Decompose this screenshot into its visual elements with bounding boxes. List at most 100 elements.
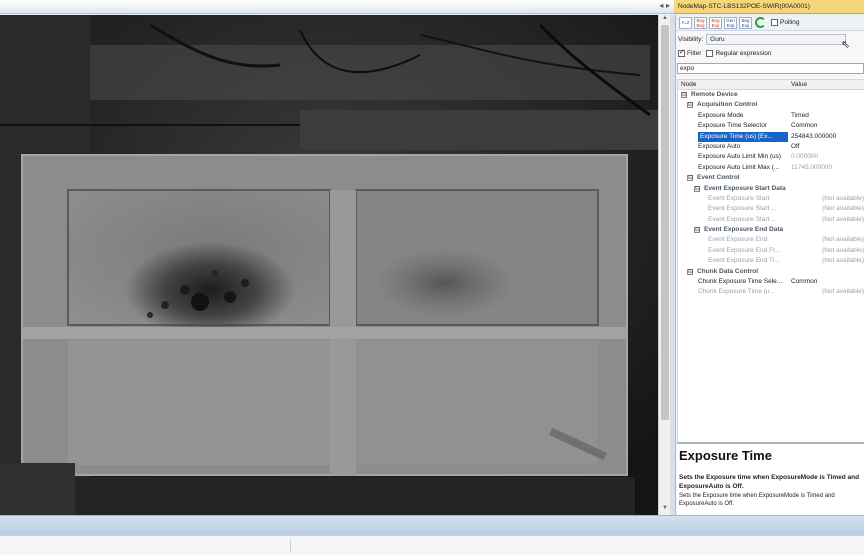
node-name: Event Exposure End Data <box>704 226 784 234</box>
description-title: Exposure Time <box>679 448 772 463</box>
node-value[interactable]: Common <box>791 277 864 287</box>
node-name: Exposure Mode <box>698 111 744 119</box>
node-row[interactable]: Event Exposure End (Not available) <box>678 235 864 245</box>
node-name: Chunk Data Control <box>697 267 759 275</box>
node-value[interactable]: 11745.000000 <box>791 163 864 173</box>
viewer-vertical-scrollbar[interactable]: ▲ ▼ <box>658 15 670 515</box>
regex-checkbox[interactable] <box>706 50 714 57</box>
node-name: Event Exposure End Ti... <box>708 257 780 265</box>
toolbar-button-2[interactable]: Beg Exp <box>709 16 722 29</box>
node-name: Chunk Exposure Time (u... <box>698 288 775 296</box>
node-row[interactable]: Exposure Auto Limit Max (... 11745.000000 <box>678 163 864 173</box>
node-row[interactable]: Exposure Auto Off <box>678 142 864 152</box>
description-pane: Exposure Time Sets the Exposure time whe… <box>677 442 864 515</box>
node-row[interactable]: Event Exposure Start ... (Not available) <box>678 204 864 214</box>
category-row[interactable]: ⊟ Event Control <box>678 173 864 183</box>
node-name: Acquisition Control <box>697 101 758 109</box>
collapse-toggle-icon[interactable]: ⊟ <box>687 102 693 109</box>
dock-controls[interactable]: ◂ ▸ <box>659 1 670 10</box>
camera-image-viewer[interactable] <box>0 15 658 515</box>
node-row[interactable]: Chunk Exposure Time Sele... Common <box>678 277 864 287</box>
collapse-toggle-icon[interactable]: ⊟ <box>687 175 693 182</box>
category-row[interactable]: ⊟ Event Exposure Start Data <box>678 184 864 194</box>
status-separator <box>290 539 291 553</box>
scrollbar-thumb[interactable] <box>661 25 669 420</box>
visibility-label: Visibility: <box>678 35 704 43</box>
polling-checkbox[interactable] <box>771 19 778 26</box>
category-row[interactable]: ⊟ Event Exposure End Data <box>678 225 864 235</box>
toolbar-button-3[interactable]: Gen Exp <box>724 16 737 29</box>
node-value[interactable]: 254843.000000 <box>791 132 864 142</box>
refresh-icon[interactable] <box>755 17 766 28</box>
node-row[interactable]: Event Exposure Start (Not available) <box>678 194 864 204</box>
polling-label: Polling <box>780 19 800 26</box>
nodemap-toolbar: A↓Z Beg Beg Beg Exp Gen Exp Beg Exp Poll… <box>676 15 864 31</box>
node-row[interactable]: Event Exposure End Fr... (Not available) <box>678 246 864 256</box>
category-row[interactable]: ⊟ Acquisition Control <box>678 100 864 110</box>
toolbar-button-4-label: Beg Exp <box>741 17 750 28</box>
camera-image <box>0 15 658 515</box>
node-name: Chunk Exposure Time Sele... <box>698 278 783 286</box>
filter-checkbox[interactable] <box>678 48 685 57</box>
node-row[interactable]: Exposure Auto Limit Min (us) 0.000000 <box>678 152 864 162</box>
collapse-toggle-icon[interactable]: ⊟ <box>694 185 700 192</box>
node-row[interactable]: Chunk Exposure Time (u... (Not available) <box>678 287 864 297</box>
node-name: Event Exposure Start ... <box>708 215 777 223</box>
filter-search-input[interactable]: expo <box>677 63 864 74</box>
app-window: ◂ ▸ NodeMap-STC-LBS132POE-SWIR(00A0001) <box>0 0 864 555</box>
bottom-taskbar <box>0 515 864 535</box>
sort-alphabetical-button[interactable]: A↓Z <box>679 16 692 29</box>
column-header-node[interactable]: Node <box>681 81 697 88</box>
node-value: (Not available) <box>822 194 864 202</box>
column-header-value[interactable]: Value <box>791 81 807 88</box>
regex-label: Regular expression <box>715 50 772 57</box>
node-value: (Not available) <box>822 236 864 244</box>
node-name: Exposure Auto Limit Max (... <box>698 163 780 171</box>
node-value[interactable]: Off <box>791 142 864 152</box>
node-value: (Not available) <box>822 205 864 213</box>
node-name: Exposure Auto <box>698 142 741 150</box>
toolbar-button-2-label: Beg Exp <box>711 17 720 28</box>
node-row[interactable]: Event Exposure Start ... (Not available) <box>678 215 864 225</box>
node-value[interactable]: Timed <box>791 111 864 121</box>
toolbar-button-1[interactable]: Beg Beg <box>694 16 707 29</box>
node-name: Event Exposure Start Data <box>704 184 786 192</box>
node-value: (Not available) <box>822 246 864 254</box>
category-row[interactable]: ⊟ Remote Device <box>678 90 864 100</box>
node-value[interactable]: Common <box>791 121 864 131</box>
visibility-row: Visibility: Guru <box>676 32 864 46</box>
node-row[interactable]: Exposure Time Selector Common <box>678 121 864 131</box>
node-name: Event Exposure End <box>708 236 768 244</box>
node-value[interactable]: 0.000000 <box>791 152 864 162</box>
status-bar <box>0 535 864 555</box>
grid-header: Node Value <box>678 80 864 90</box>
visibility-select[interactable]: Guru <box>706 33 847 45</box>
node-value: (Not available) <box>822 257 864 265</box>
sort-label: A↓Z <box>681 20 690 25</box>
node-name: Exposure Auto Limit Min (us) <box>698 153 782 161</box>
collapse-toggle-icon[interactable]: ⊟ <box>681 92 687 98</box>
node-row[interactable]: Exposure Mode Timed <box>678 111 864 121</box>
collapse-toggle-icon[interactable]: ⊟ <box>687 268 693 275</box>
node-property-grid: Node Value ⊟ Remote Device ⊟ Acquisition Co… <box>677 79 864 443</box>
toolbar-button-1-label: Beg Beg <box>696 17 705 28</box>
node-row[interactable]: Exposure Time (us) [Ex... 254843.000000 <box>678 131 864 142</box>
toolbar-button-4[interactable]: Beg Exp <box>739 16 752 29</box>
node-name: Exposure Time (us) [Ex... <box>698 131 788 142</box>
polling-toggle[interactable]: Polling <box>771 19 800 26</box>
node-name: Exposure Time Selector <box>698 122 768 130</box>
viewer-titlebar: ◂ ▸ <box>0 0 674 14</box>
node-name: Event Exposure End Fr... <box>708 246 781 254</box>
filter-label: Filter <box>687 50 702 57</box>
node-name: Event Exposure Start <box>708 194 770 202</box>
category-row[interactable]: ⊟ Chunk Data Control <box>678 267 864 277</box>
toolbar-button-3-label: Gen Exp <box>726 17 735 28</box>
grid-body: ⊟ Remote Device ⊟ Acquisition Control Exposu… <box>678 90 864 298</box>
node-name: Event Control <box>697 174 740 182</box>
nodemap-title[interactable]: NodeMap-STC-LBS132POE-SWIR(00A0001) <box>674 0 864 14</box>
filter-row: Filter Regular expression <box>676 47 864 60</box>
collapse-toggle-icon[interactable]: ⊟ <box>694 227 700 234</box>
description-text: Sets the Exposure time when ExposureMode… <box>679 493 835 507</box>
node-name: Remote Device <box>691 91 738 98</box>
node-row[interactable]: Event Exposure End Ti... (Not available) <box>678 256 864 266</box>
